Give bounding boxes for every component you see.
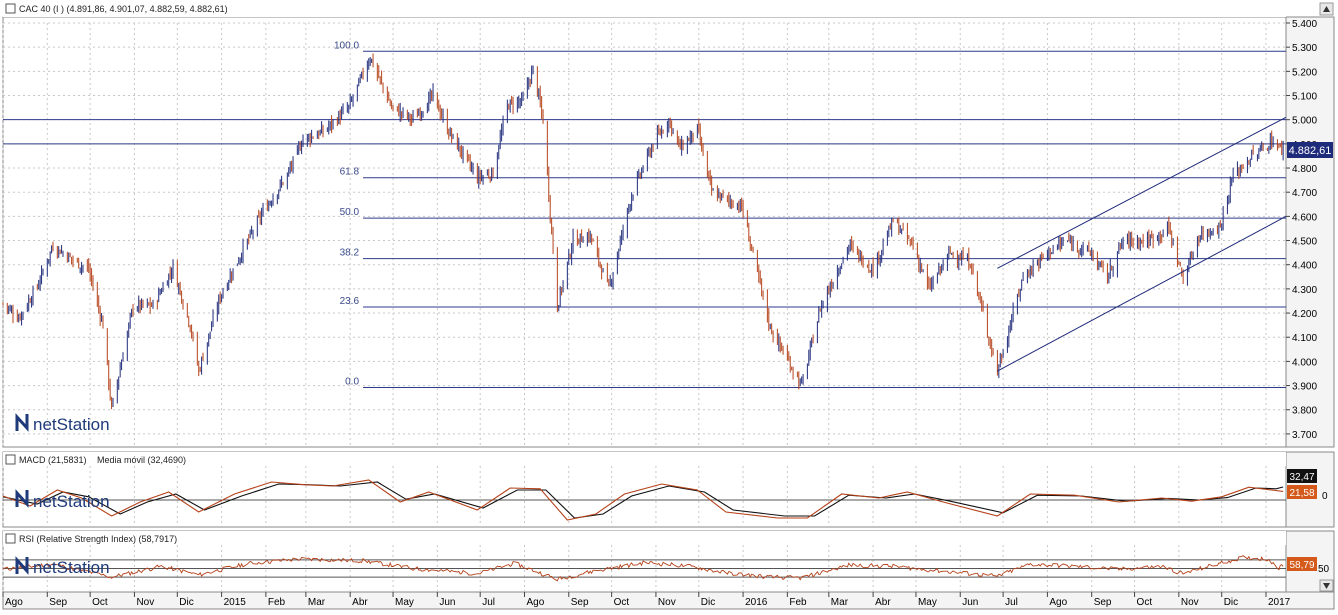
time-tick-label: Dic — [701, 597, 715, 608]
last-price-label: 4.882,61 — [1289, 145, 1332, 157]
price-tick-label: 4.100 — [1292, 333, 1317, 344]
time-tick-label: 2016 — [745, 597, 768, 608]
time-tick-label: Abr — [352, 597, 368, 608]
price-tick-label: 4.700 — [1292, 188, 1317, 199]
time-tick-label: Dic — [179, 597, 193, 608]
time-tick-label: Jun — [439, 597, 455, 608]
time-tick-label: Nov — [136, 597, 154, 608]
fib-level-label: 50.0 — [340, 207, 360, 218]
macd-header: MACD (21,5831) — [19, 455, 87, 465]
rsi-header: RSI (Relative Strength Index) (58,7917) — [19, 534, 177, 544]
signal-value-tag: 21,58 — [1289, 488, 1314, 499]
scroll-down-button[interactable] — [1319, 579, 1334, 592]
time-axis[interactable]: Ago Sep Oct Nov Dic 2015 Feb Mar Abr May Jun Jul Ago… — [2, 591, 1335, 610]
time-tick-label: Sep — [49, 597, 67, 608]
chart-window: 3.700 3.800 3.900 4.000 4.100 4.200 4.300 4.400… — [0, 0, 1338, 610]
price-tick-label: 5.000 — [1292, 116, 1317, 127]
time-tick-label: Jul — [1005, 597, 1018, 608]
fib-level-label: 100.0 — [334, 40, 359, 51]
macd-value-tag: 32,47 — [1289, 472, 1314, 483]
logo-text: netStation — [33, 558, 110, 577]
time-tick-label: Jul — [482, 597, 495, 608]
time-tick-label: Oct — [92, 597, 108, 608]
price-panel: 3.700 3.800 3.900 4.000 4.100 4.200 4.300 4.400… — [2, 1, 1335, 448]
time-tick-label: Feb — [268, 597, 286, 608]
price-tick-label: 3.700 — [1292, 430, 1317, 441]
price-tick-label: 4.800 — [1292, 164, 1317, 175]
price-tick-label: 4.400 — [1292, 261, 1317, 272]
price-tick-label: 5.200 — [1292, 67, 1317, 78]
panel-collapse-icon[interactable] — [5, 3, 16, 14]
time-tick-label: Nov — [658, 597, 676, 608]
fib-level-label: 23.6 — [340, 296, 360, 307]
time-tick-label: Sep — [1094, 597, 1112, 608]
time-tick-label: 2017 — [1268, 597, 1291, 608]
time-tick-label: Jun — [962, 597, 978, 608]
price-tick-label: 5.300 — [1292, 43, 1317, 54]
price-tick-label: 3.900 — [1292, 382, 1317, 393]
rsi-level-label: 50 — [1318, 564, 1330, 575]
rsi-panel: netStation RSI (Relative Strength Index)… — [2, 530, 1335, 593]
price-tick-label: 4.300 — [1292, 285, 1317, 296]
rsi-header-bar — [3, 531, 1286, 545]
panel-collapse-icon[interactable] — [5, 454, 16, 465]
logo-text: netStation — [33, 492, 110, 511]
macd-header-bar — [3, 452, 1286, 466]
time-tick-label: Ago — [526, 597, 544, 608]
price-tick-label: 5.400 — [1292, 19, 1317, 30]
price-tick-label: 4.500 — [1292, 237, 1317, 248]
time-tick-label: Mar — [308, 597, 326, 608]
chart-svg[interactable]: 3.700 3.800 3.900 4.000 4.100 4.200 4.300 4.400… — [0, 0, 1338, 610]
time-tick-label: Oct — [614, 597, 630, 608]
price-tick-label: 4.000 — [1292, 357, 1317, 368]
fib-level-label: 0.0 — [345, 377, 359, 388]
price-plot-area[interactable] — [2, 16, 1287, 448]
fib-level-label: 61.8 — [340, 167, 360, 178]
time-tick-label: May — [918, 597, 937, 608]
panel-collapse-icon[interactable] — [5, 533, 16, 544]
price-tick-label: 4.200 — [1292, 309, 1317, 320]
macd-panel: netStation MACD (21,5831) Media móvil (3… — [2, 451, 1335, 528]
time-tick-label: Feb — [789, 597, 807, 608]
price-tick-label: 3.800 — [1292, 406, 1317, 417]
time-tick-label: Ago — [5, 597, 23, 608]
time-tick-label: Oct — [1137, 597, 1153, 608]
time-tick-label: Mar — [831, 597, 849, 608]
time-tick-label: Ago — [1049, 597, 1067, 608]
time-tick-label: Dic — [1224, 597, 1238, 608]
price-header: CAC 40 (I ) (4.891,86, 4.901,07, 4.882,5… — [19, 4, 228, 14]
time-tick-label: May — [395, 597, 414, 608]
time-tick-label: Sep — [571, 597, 589, 608]
rsi-value-tag: 58,79 — [1289, 560, 1314, 571]
time-tick-label: Nov — [1181, 597, 1199, 608]
fib-level-label: 38.2 — [340, 248, 360, 259]
logo-text: netStation — [33, 415, 110, 434]
macd-zero-label: 0 — [1322, 491, 1328, 502]
last-price-tag: 4.882,61 — [1287, 142, 1333, 158]
scroll-up-button[interactable] — [1319, 2, 1334, 16]
price-tick-label: 4.600 — [1292, 212, 1317, 223]
signal-header: Media móvil (32,4690) — [97, 455, 186, 465]
time-tick-label: 2015 — [224, 597, 247, 608]
time-tick-label: Abr — [875, 597, 891, 608]
price-tick-label: 5.100 — [1292, 92, 1317, 103]
